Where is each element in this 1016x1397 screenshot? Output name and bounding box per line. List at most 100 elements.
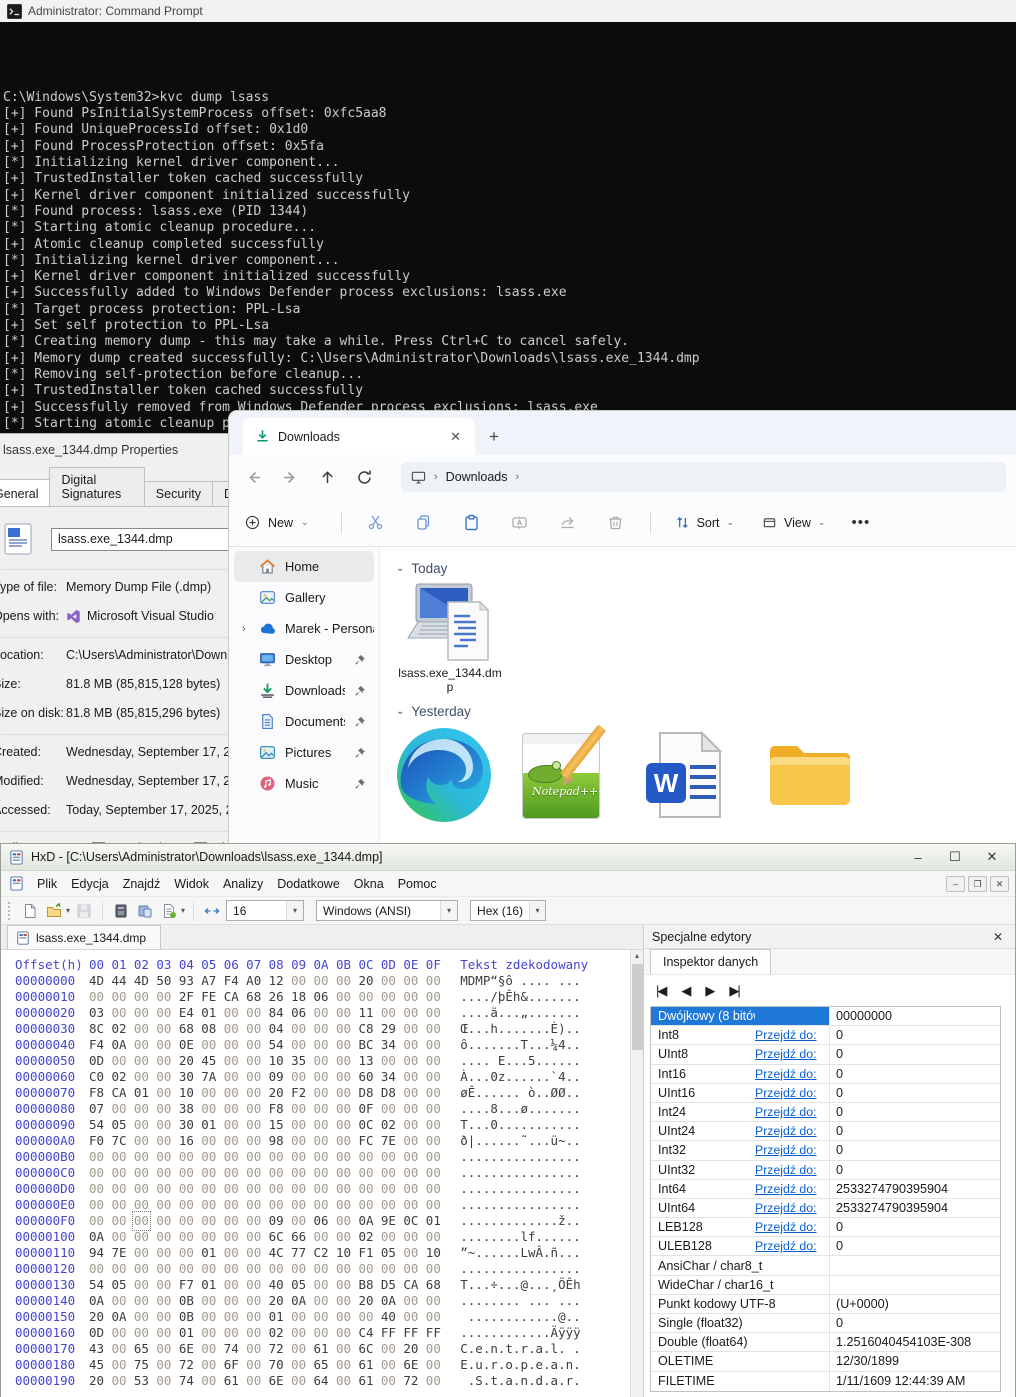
goto-link[interactable]: Przejdź do: [755, 1105, 817, 1119]
hex-scrollbar[interactable]: ▲ [630, 950, 643, 1397]
tools-dropdown-icon[interactable]: ▾ [181, 906, 185, 915]
group-header-today[interactable]: ⌄ Today [396, 561, 1016, 576]
inspector-row[interactable]: Int24 Przejdź do: 0 [651, 1103, 1000, 1122]
hex-row[interactable]: 000000C000000000000000000000000000000000… [1, 1165, 643, 1181]
sort-button[interactable]: Sort ⌄ [675, 515, 734, 530]
back-icon[interactable] [245, 469, 262, 486]
cmd-titlebar[interactable]: Administrator: Command Prompt [0, 0, 1016, 22]
share-button[interactable] [544, 514, 592, 531]
properties-tab[interactable]: Digital Signatures [49, 467, 144, 506]
inspector-row[interactable]: UInt32 Przejdź do: 0 [651, 1161, 1000, 1180]
hxd-titlebar[interactable]: HxD - [C:\Users\Administrator\Downloads\… [1, 844, 1015, 871]
inspector-row[interactable]: UInt64 Przejdź do: 2533274790395904 [651, 1199, 1000, 1218]
mdi-minimize-icon[interactable]: – [946, 876, 965, 892]
inspector-row[interactable]: UInt16 Przejdź do: 0 [651, 1084, 1000, 1103]
inspector-row[interactable]: Int32 Przejdź do: 0 [651, 1141, 1000, 1160]
hex-row[interactable]: 00000110947E0000000100004C77C210F1050010… [1, 1245, 643, 1261]
hex-row[interactable]: 0000002003000000E40100008406000011000000… [1, 1005, 643, 1021]
forward-icon[interactable] [282, 469, 299, 486]
hex-row[interactable]: 000000905405000030010000150000000C020000… [1, 1117, 643, 1133]
data-inspector-tab[interactable]: Inspektor danych [650, 949, 771, 974]
new-button[interactable]: New ⌄ [245, 515, 309, 530]
goto-link[interactable]: Przejdź do: [755, 1239, 817, 1253]
bytes-per-row-select[interactable]: 16 ▾ [226, 900, 304, 921]
inspector-row[interactable]: AnsiChar / char8_t [651, 1256, 1000, 1275]
encoding-select[interactable]: Windows (ANSI) ▾ [316, 900, 458, 921]
sidebar-item[interactable]: Desktop [234, 644, 374, 675]
hex-row[interactable]: 000000B000000000000000000000000000000000… [1, 1149, 643, 1165]
offset-base-select[interactable]: Hex (16) ▾ [470, 900, 546, 921]
inspector-row[interactable]: Int8 Przejdź do: 0 [651, 1026, 1000, 1045]
sidebar-item[interactable]: Downloads [234, 675, 374, 706]
save-icon[interactable] [74, 901, 94, 921]
new-tab-button[interactable]: + [489, 427, 499, 447]
goto-link[interactable]: Przejdź do: [755, 1028, 817, 1042]
inspector-row[interactable]: Int64 Przejdź do: 2533274790395904 [651, 1180, 1000, 1199]
inspector-row[interactable]: UInt24 Przejdź do: 0 [651, 1122, 1000, 1141]
document-tab[interactable]: lsass.exe_1344.dmp [7, 925, 161, 949]
goto-link[interactable]: Przejdź do: [755, 1047, 817, 1061]
hex-row[interactable]: 00000010000000002FFECA682618060000000000… [1, 989, 643, 1005]
address-bar[interactable]: › Downloads › [401, 462, 1006, 492]
insert-icon[interactable] [159, 901, 179, 921]
inspector-row[interactable]: OLETIME 12/30/1899 [651, 1352, 1000, 1371]
hex-row[interactable]: 00000170430065006E007400720061006C002000… [1, 1341, 643, 1357]
hex-row[interactable]: 0000012000000000000000000000000000000000… [1, 1261, 643, 1277]
menu-item[interactable]: Widok [167, 874, 216, 894]
hex-row[interactable]: 000000004D444D5093A7F4A01200000020000000… [1, 973, 643, 989]
tab-close-icon[interactable]: ✕ [446, 429, 465, 445]
next-record-icon[interactable]: ▶ [705, 983, 713, 999]
properties-tab[interactable]: General [0, 479, 50, 506]
last-record-icon[interactable]: ▶| [729, 983, 738, 999]
compare-icon[interactable] [111, 901, 131, 921]
cmd-output[interactable]: C:\Windows\System32>kvc dump lsass[+] Fo… [0, 22, 1016, 465]
word-icon[interactable]: W [638, 725, 738, 825]
sidebar-item[interactable]: › Marek - Persona [234, 613, 374, 644]
inspector-row[interactable]: Dwójkowy (8 bitów) 00000000 [651, 1007, 1000, 1026]
inspector-row[interactable]: Punkt kodowy UTF-8 (U+0000) [651, 1295, 1000, 1314]
view-button[interactable]: View ⌄ [762, 515, 825, 530]
inspector-row[interactable]: FILETIME 1/11/1609 12:44:39 AM [651, 1372, 1000, 1391]
paste-button[interactable] [448, 514, 496, 531]
hex-row[interactable]: 00000040F40A00000E00000054000000BC340000… [1, 1037, 643, 1053]
scroll-up-icon[interactable]: ▲ [631, 950, 643, 963]
goto-link[interactable]: Przejdź do: [755, 1182, 817, 1196]
inspector-row[interactable]: UInt8 Przejdź do: 0 [651, 1045, 1000, 1064]
scrollbar-thumb[interactable] [632, 964, 643, 1050]
goto-link[interactable]: Przejdź do: [755, 1163, 817, 1177]
goto-link[interactable]: Przejdź do: [755, 1067, 817, 1081]
hex-row[interactable]: 00000150200A00000B0000000100000000400000… [1, 1309, 643, 1325]
new-file-icon[interactable] [20, 901, 40, 921]
menu-item[interactable]: Okna [347, 874, 391, 894]
menu-item[interactable]: Pomoc [391, 874, 444, 894]
notepad-icon[interactable]: Notepad++ [516, 725, 616, 825]
hex-row[interactable]: 000000A0F07C00001600000098000000FC7E0000… [1, 1133, 643, 1149]
edge-icon[interactable] [394, 725, 494, 825]
group-header-yesterday[interactable]: ⌄ Yesterday [396, 704, 1016, 719]
up-icon[interactable] [319, 469, 336, 486]
inspector-row[interactable]: Int16 Przejdź do: 0 [651, 1065, 1000, 1084]
cut-button[interactable] [352, 514, 400, 531]
goto-link[interactable]: Przejdź do: [755, 1220, 817, 1234]
maximize-icon[interactable]: ☐ [940, 849, 970, 865]
menu-item[interactable]: Znajdź [116, 874, 168, 894]
rename-button[interactable] [496, 514, 544, 531]
expand-chevron-icon[interactable]: › [242, 623, 250, 635]
breadcrumb-downloads[interactable]: Downloads [446, 470, 508, 484]
menu-item[interactable]: Analizy [216, 874, 270, 894]
close-icon[interactable]: ✕ [977, 849, 1007, 865]
hex-row[interactable]: 000001400A0000000B000000200A0000200A0000… [1, 1293, 643, 1309]
previous-record-icon[interactable]: ◀ [681, 983, 689, 999]
goto-link[interactable]: Przejdź do: [755, 1143, 817, 1157]
goto-link[interactable]: Przejdź do: [755, 1124, 817, 1138]
hex-row[interactable]: 000000308C0200006808000004000000C8290000… [1, 1021, 643, 1037]
sidebar-item[interactable]: Gallery [234, 582, 374, 613]
explorer-tab-downloads[interactable]: Downloads ✕ [243, 418, 475, 455]
hex-row[interactable]: 0000013054050000F701000040050000B8D5CA68… [1, 1277, 643, 1293]
sidebar-item[interactable]: Home [234, 551, 374, 582]
inspector-row[interactable]: LEB128 Przejdź do: 0 [651, 1218, 1000, 1237]
inspector-row[interactable]: ULEB128 Przejdź do: 0 [651, 1237, 1000, 1256]
properties-tab[interactable]: Security [144, 481, 213, 506]
hex-row[interactable]: 000000800700000038000000F80000000F000000… [1, 1101, 643, 1117]
inspector-row[interactable]: WideChar / char16_t [651, 1276, 1000, 1295]
